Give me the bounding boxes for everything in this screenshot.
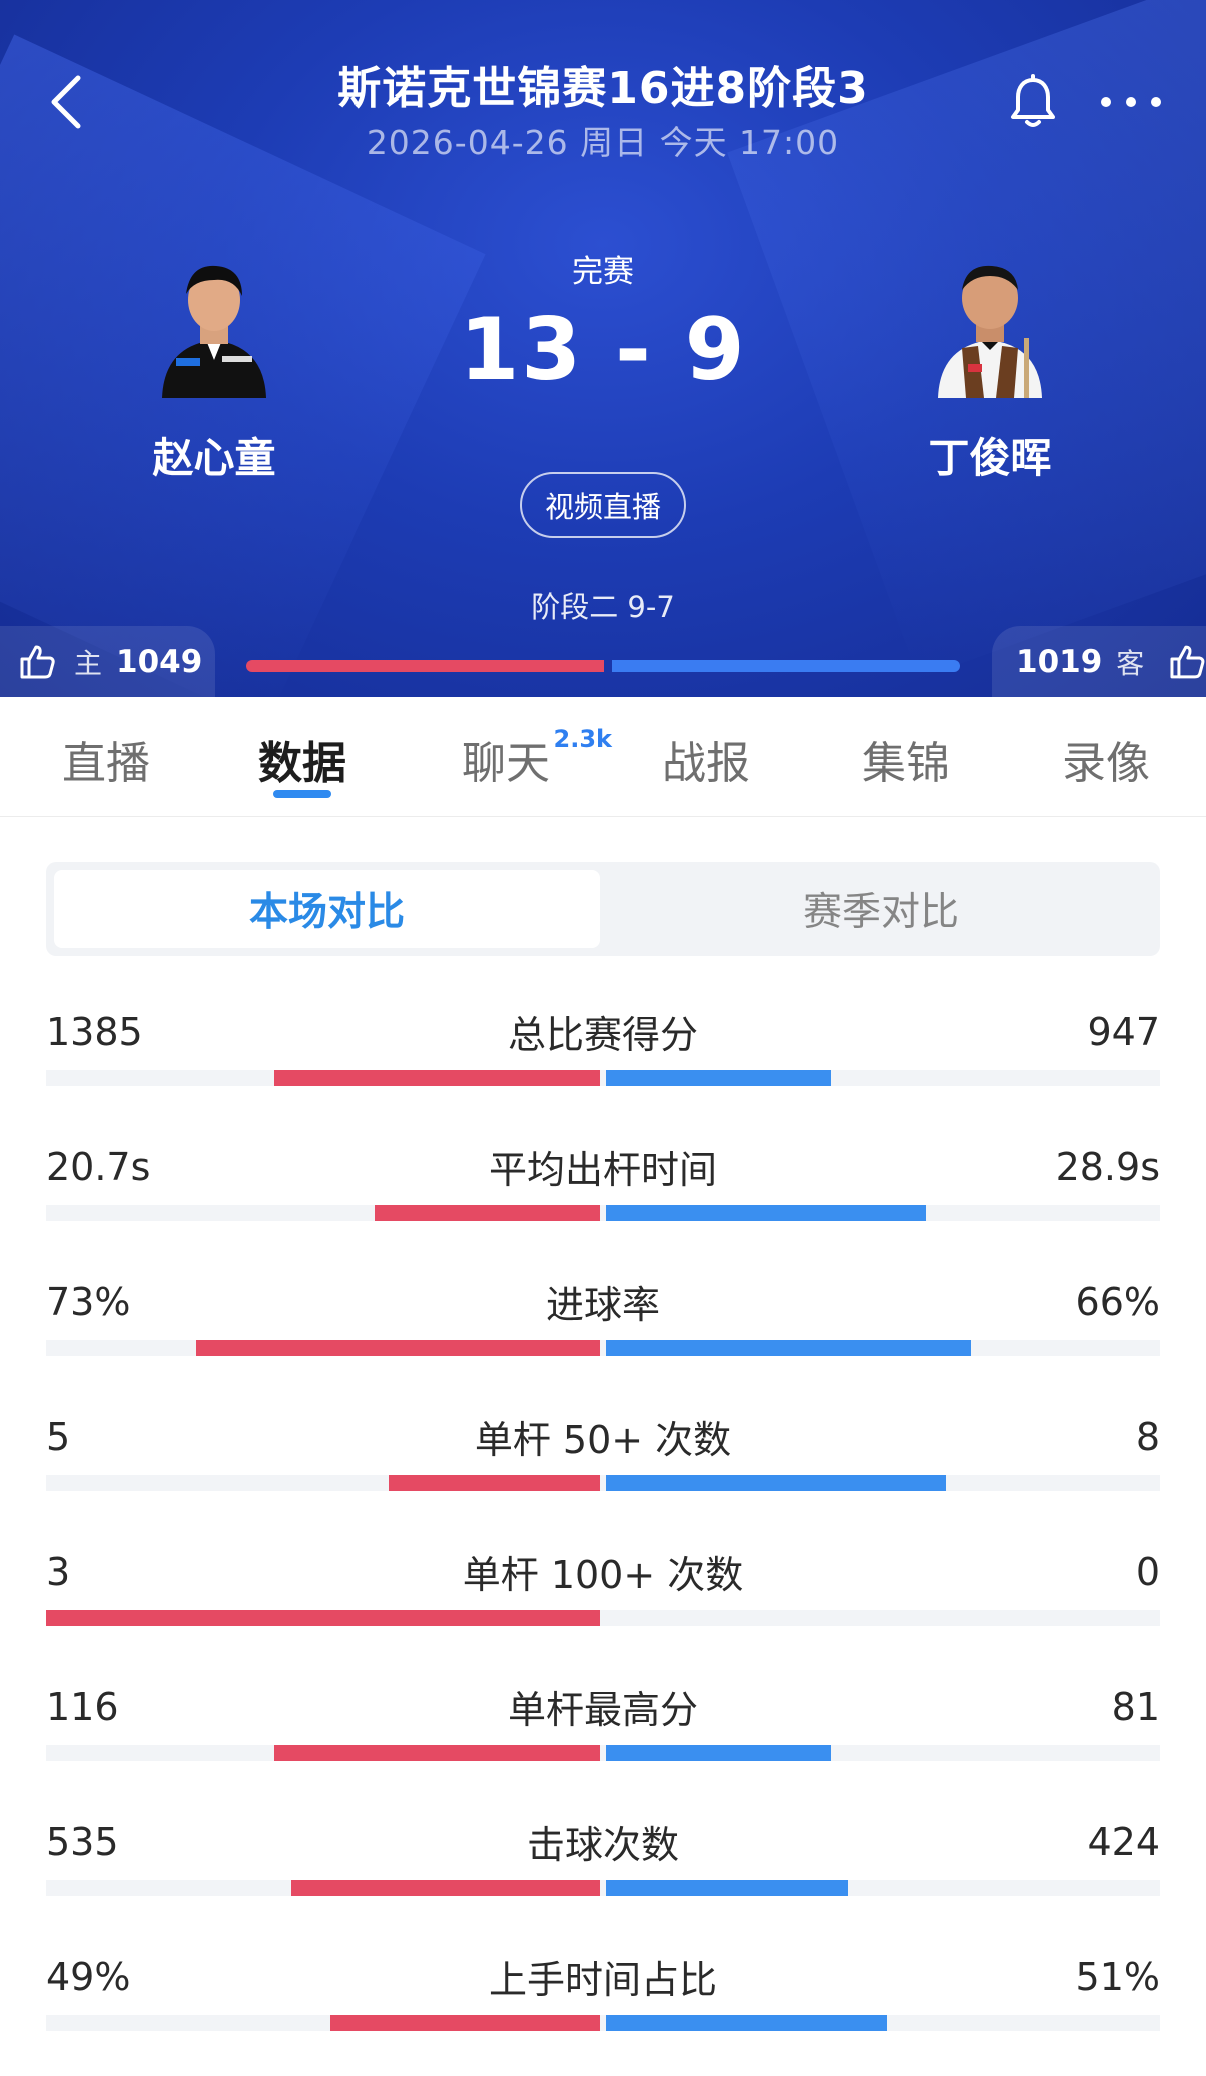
tab-report[interactable]: 战报 bbox=[656, 727, 756, 789]
stat-away-value: 66% bbox=[1075, 1280, 1160, 1324]
stat-label: 总比赛得分 bbox=[507, 1013, 698, 1057]
home-like-label: 主 bbox=[74, 646, 103, 680]
tab-live[interactable]: 直播 bbox=[56, 727, 156, 789]
stat-home-bar bbox=[274, 1070, 600, 1086]
stat-row: 1385 总比赛得分 947 bbox=[0, 1004, 1206, 1139]
tab-label: 战报 bbox=[662, 738, 750, 789]
stat-away-value: 947 bbox=[1087, 1010, 1160, 1054]
tab-label: 直播 bbox=[62, 738, 150, 789]
stat-home-bar bbox=[389, 1475, 600, 1491]
tab-bar: 直播 数据 聊天 2.3k 战报 集锦 录像 bbox=[0, 697, 1206, 817]
tab-label: 集锦 bbox=[862, 738, 950, 789]
stat-row: 49% 上手时间占比 51% bbox=[0, 1949, 1206, 2076]
tab-label: 聊天 bbox=[462, 738, 550, 789]
away-like-button[interactable]: 1019 客 bbox=[992, 626, 1206, 697]
notification-button[interactable] bbox=[1008, 74, 1058, 130]
chat-count-badge: 2.3k bbox=[553, 725, 612, 753]
stat-bar-track bbox=[46, 1745, 1160, 1761]
match-status: 完赛 bbox=[572, 254, 634, 290]
away-player-name: 丁俊晖 bbox=[928, 434, 1052, 482]
stat-row: 73% 进球率 66% bbox=[0, 1274, 1206, 1409]
stat-away-bar bbox=[606, 1880, 848, 1896]
stat-away-value: 424 bbox=[1087, 1820, 1160, 1864]
stat-label: 平均出杆时间 bbox=[488, 1148, 717, 1192]
stat-label: 单杆最高分 bbox=[507, 1688, 698, 1732]
support-home-bar bbox=[246, 660, 604, 672]
home-player-name: 赵心童 bbox=[152, 434, 276, 482]
stat-row: 3 单杆 100+ 次数 0 bbox=[0, 1544, 1206, 1679]
this-match-option[interactable]: 本场对比 bbox=[54, 870, 600, 948]
phase-score: 阶段二 9-7 bbox=[531, 590, 675, 624]
stat-away-bar bbox=[606, 2015, 887, 2031]
tab-highlights[interactable]: 集锦 bbox=[856, 727, 956, 789]
stat-away-value: 28.9s bbox=[1055, 1145, 1160, 1189]
home-like-button[interactable]: 主 1049 bbox=[0, 626, 215, 697]
tab-data[interactable]: 数据 bbox=[252, 727, 352, 789]
stat-label: 单杆 100+ 次数 bbox=[462, 1553, 744, 1597]
stat-bar-track bbox=[46, 1880, 1160, 1896]
stat-home-bar bbox=[291, 1880, 600, 1896]
active-tab-indicator bbox=[273, 790, 331, 798]
thumbs-up-icon bbox=[1170, 645, 1205, 678]
stat-home-bar bbox=[330, 2015, 600, 2031]
stat-away-bar bbox=[606, 1205, 926, 1221]
more-options-button[interactable] bbox=[1096, 82, 1166, 122]
home-like-count: 1049 bbox=[116, 643, 203, 680]
stat-row: 5 单杆 50+ 次数 8 bbox=[0, 1409, 1206, 1544]
stat-away-bar bbox=[606, 1475, 946, 1491]
bell-icon bbox=[1011, 74, 1055, 127]
stat-away-value: 0 bbox=[1135, 1550, 1160, 1594]
season-option[interactable]: 赛季对比 bbox=[608, 870, 1154, 948]
stat-label: 单杆 50+ 次数 bbox=[474, 1418, 732, 1462]
stat-away-bar bbox=[606, 1070, 831, 1086]
more-dots-icon bbox=[1101, 97, 1161, 107]
stat-bar-track bbox=[46, 2015, 1160, 2031]
tab-chat[interactable]: 聊天 2.3k bbox=[456, 725, 612, 789]
stat-row: 116 单杆最高分 81 bbox=[0, 1679, 1206, 1814]
stat-bar-track bbox=[46, 1070, 1160, 1086]
tab-label: 录像 bbox=[1062, 738, 1150, 789]
stat-bar-track bbox=[46, 1205, 1160, 1221]
stat-home-bar bbox=[46, 1610, 600, 1626]
support-ratio-bar bbox=[246, 660, 960, 672]
comparison-toggle: 本场对比 赛季对比 bbox=[46, 862, 1160, 956]
stat-label: 进球率 bbox=[545, 1283, 660, 1327]
stat-away-value: 51% bbox=[1075, 1955, 1160, 1999]
stat-label: 击球次数 bbox=[526, 1823, 679, 1867]
match-header: 斯诺克世锦赛16进8阶段3 2026-04-26 周日 今天 17:00 赵心童… bbox=[0, 0, 1206, 697]
match-score: 13 - 9 bbox=[459, 300, 747, 400]
stat-away-bar bbox=[606, 1745, 831, 1761]
stat-label: 上手时间占比 bbox=[488, 1958, 717, 2002]
stat-bar-track bbox=[46, 1475, 1160, 1491]
stat-away-value: 8 bbox=[1135, 1415, 1160, 1459]
away-like-count: 1019 bbox=[1016, 643, 1103, 680]
stat-home-bar bbox=[274, 1745, 600, 1761]
stat-row: 535 击球次数 424 bbox=[0, 1814, 1206, 1949]
stat-home-bar bbox=[375, 1205, 600, 1221]
stat-row: 20.7s 平均出杆时间 28.9s bbox=[0, 1139, 1206, 1274]
stat-away-bar bbox=[606, 1340, 971, 1356]
thumbs-up-icon bbox=[20, 645, 55, 678]
tab-replay[interactable]: 录像 bbox=[1056, 727, 1156, 789]
away-like-label: 客 bbox=[1116, 646, 1145, 680]
stat-away-value: 81 bbox=[1111, 1685, 1160, 1729]
video-live-button[interactable]: 视频直播 bbox=[520, 472, 686, 538]
tab-label: 数据 bbox=[258, 738, 346, 789]
support-away-bar bbox=[612, 660, 960, 672]
stat-home-bar bbox=[196, 1340, 600, 1356]
